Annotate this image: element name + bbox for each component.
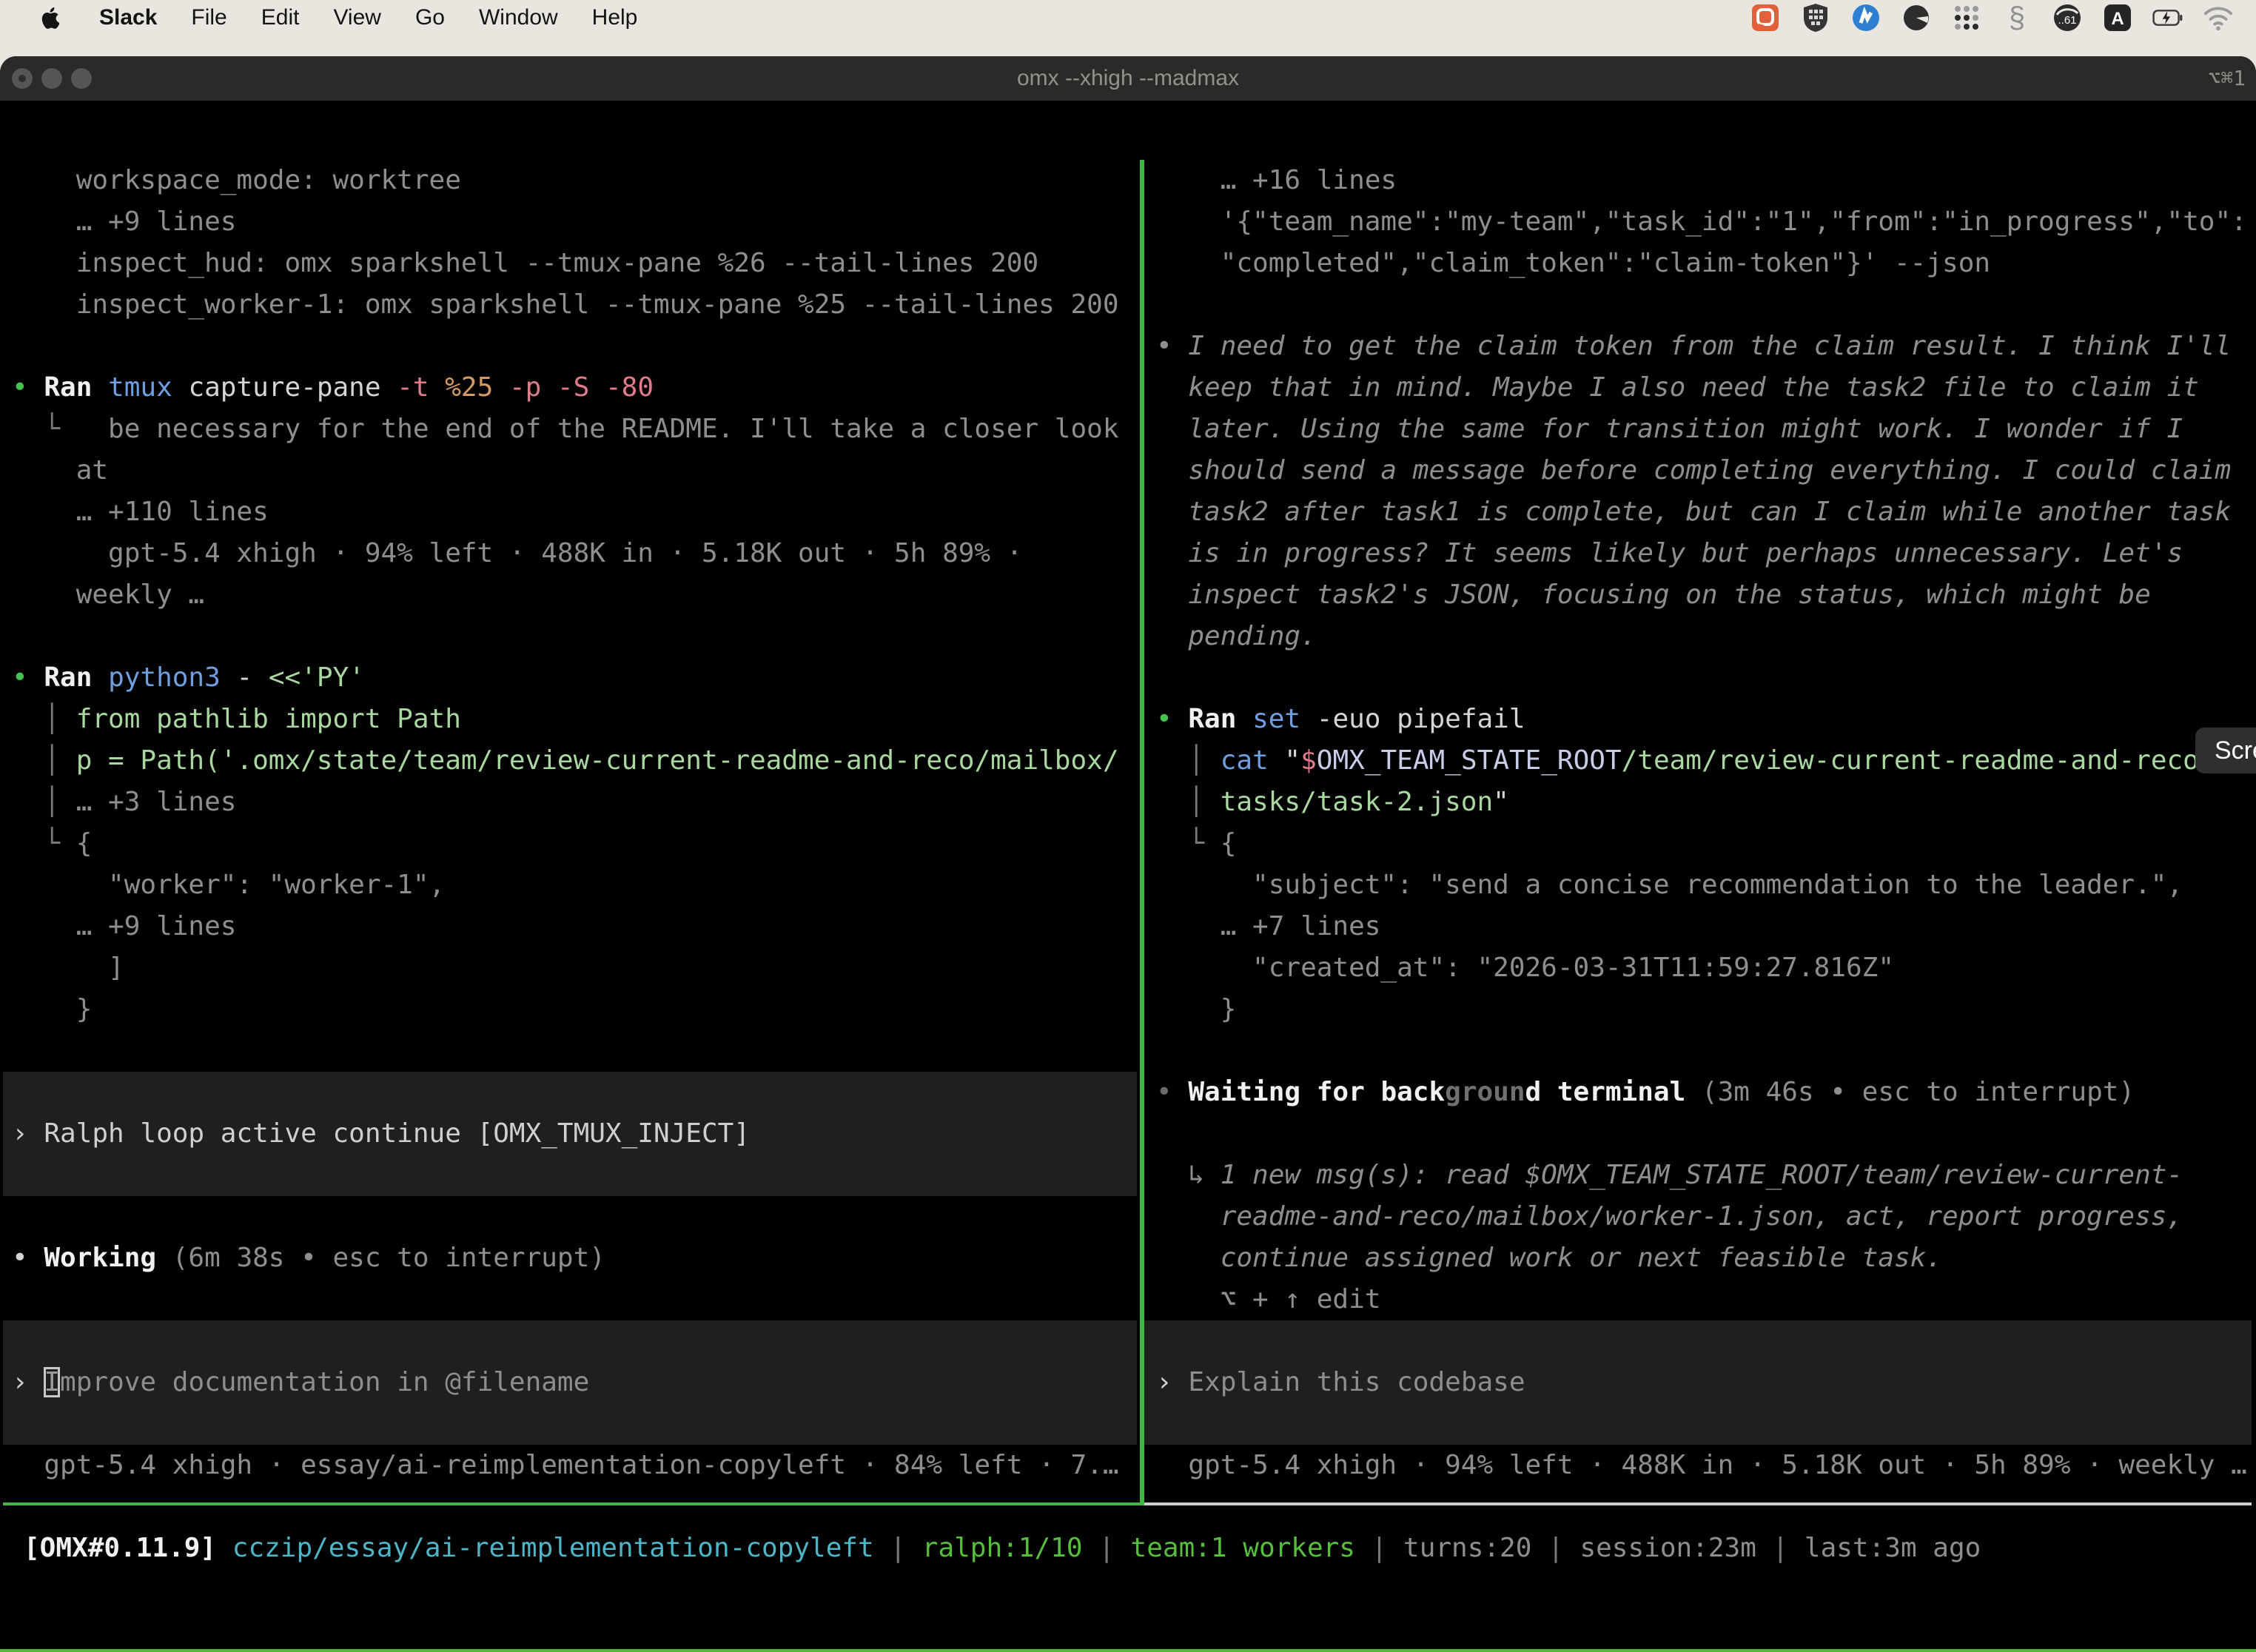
shield-keypad-icon[interactable]	[1800, 2, 1831, 33]
terminal-line: inspect_worker-1: omx sparkshell --tmux-…	[12, 284, 1119, 326]
svg-text:A: A	[2111, 9, 2124, 29]
terminal-line: "completed","claim_token":"claim-token"}…	[1156, 243, 1990, 284]
terminal-line: "created_at": "2026-03-31T11:59:27.816Z"	[1156, 947, 1894, 989]
pie-chart-icon[interactable]	[1901, 2, 1932, 33]
ralph-loop-status-line: › Ralph loop active continue [OMX_TMUX_I…	[12, 1113, 750, 1155]
left-prompt-line: › Improve documentation in @filename	[12, 1362, 589, 1403]
terminal-line: │ from pathlib import Path	[12, 699, 461, 740]
working-status-line: • Working (6m 38s • esc to interrupt)	[12, 1238, 605, 1279]
wifi-icon[interactable]	[2203, 2, 2234, 33]
terminal-line: is in progress? It seems likely but perh…	[1156, 533, 2183, 574]
apple-icon[interactable]	[34, 2, 65, 33]
terminal-line: … +9 lines	[12, 906, 236, 947]
terminal-line: }	[12, 989, 92, 1030]
terminal-line: pending.	[1156, 616, 1317, 657]
window-titlebar: omx --xhigh --madmax ⌥⌘1	[0, 56, 2256, 101]
right-prompt-line: › Explain this codebase	[1156, 1362, 1525, 1403]
window-shortcut-badge: ⌥⌘1	[2208, 66, 2246, 90]
terminal-line: ↳ 1 new msg(s): read $OMX_TEAM_STATE_ROO…	[1156, 1155, 2183, 1196]
terminal-line: │ … +3 lines	[12, 782, 236, 823]
ran-set-command-line: • Ran set -euo pipefail	[1156, 699, 1525, 740]
menu-item-window[interactable]: Window	[479, 5, 558, 30]
terminal-line: gpt-5.4 xhigh · 94% left · 488K in · 5.1…	[12, 533, 1022, 574]
terminal-line: ]	[12, 947, 124, 989]
terminal-line: keep that in mind. Maybe I also need the…	[1156, 367, 2199, 409]
terminal-line: readme-and-reco/mailbox/worker-1.json, a…	[1156, 1196, 2183, 1238]
badge-61-icon[interactable]: ..61	[2052, 2, 2083, 33]
terminal-line: continue assigned work or next feasible …	[1156, 1238, 1942, 1279]
terminal-line: └ {	[12, 823, 92, 864]
terminal-line: … +16 lines	[1156, 160, 1397, 201]
tmux-host-clock: "MacBook-Pro-44.local" 05:03 31-Mar-26	[1640, 1649, 2250, 1652]
left-pane-bottom-border	[3, 1502, 1140, 1505]
menu-item-go[interactable]: Go	[415, 5, 445, 30]
terminal-line: weekly …	[12, 574, 204, 616]
right-pane-bottom-border	[1144, 1502, 2252, 1505]
window-title: omx --xhigh --madmax	[0, 66, 2256, 91]
right-terminal-pane[interactable]: … +16 lines '{"team_name":"my-team","tas…	[1144, 160, 2256, 1502]
terminal-line: … +9 lines	[12, 201, 236, 243]
menu-item-help[interactable]: Help	[592, 5, 638, 30]
terminal-line: │ tasks/task-2.json"	[1156, 782, 1509, 823]
terminal-line: inspect_hud: omx sparkshell --tmux-pane …	[12, 243, 1038, 284]
screen-share-tooltip: Scre	[2195, 728, 2256, 773]
tmux-status-bar: [omx-cczip0:bash* "MacBook-Pro-44.local"…	[0, 1649, 2256, 1652]
menu-item-view[interactable]: View	[333, 5, 380, 30]
waiting-status-line: • Waiting for background terminal (3m 46…	[1156, 1072, 2135, 1113]
terminal-line: inspect task2's JSON, focusing on the st…	[1156, 574, 2151, 616]
omx-status-text: [OMX#0.11.9] cczip/essay/ai-reimplementa…	[24, 1528, 1981, 1569]
dots-grid-icon[interactable]	[1951, 2, 1982, 33]
screen-record-stop-icon[interactable]	[1750, 2, 1781, 33]
terminal-line: should send a message before completing …	[1156, 450, 2231, 491]
menu-item-edit[interactable]: Edit	[261, 5, 300, 30]
terminal-line: └ {	[1156, 823, 1236, 864]
menu-item-file[interactable]: File	[191, 5, 226, 30]
terminal-line: "worker": "worker-1",	[12, 864, 445, 906]
ran-tmux-command-line: • Ran tmux capture-pane -t %25 -p -S -80	[12, 367, 654, 409]
thinking-text: • I need to get the claim token from the…	[1156, 326, 2231, 367]
terminal-line: │ p = Path('.omx/state/team/review-curre…	[12, 740, 1119, 782]
terminal-line: task2 after task1 is complete, but can I…	[1156, 491, 2231, 533]
terminal-line: workspace_mode: worktree	[12, 160, 461, 201]
spark-badge-icon[interactable]	[1850, 2, 1881, 33]
terminal-line: "subject": "send a concise recommendatio…	[1156, 864, 2183, 906]
a-key-icon[interactable]: A	[2102, 2, 2133, 33]
terminal-line: └ be necessary for the end of the README…	[12, 409, 1119, 450]
terminal-line: … +7 lines	[1156, 906, 1380, 947]
left-session-stats: gpt-5.4 xhigh · essay/ai-reimplementatio…	[12, 1445, 1119, 1486]
ran-python-command-line: • Ran python3 - <<'PY'	[12, 657, 365, 699]
terminal-line: later. Using the same for transition mig…	[1156, 409, 2183, 450]
right-session-stats: gpt-5.4 xhigh · 94% left · 488K in · 5.1…	[1156, 1445, 2247, 1486]
battery-charging-icon[interactable]	[2152, 2, 2183, 33]
left-terminal-pane[interactable]: workspace_mode: worktree … +9 lines insp…	[0, 160, 1140, 1502]
terminal-line: at	[12, 450, 108, 491]
terminal-line: … +110 lines	[12, 491, 269, 533]
edit-hint: ⌥ + ↑ edit	[1156, 1279, 1380, 1320]
svg-text:..61: ..61	[2058, 14, 2076, 27]
terminal-line: }	[1156, 989, 1236, 1030]
terminal-line: │ cat "$OMX_TEAM_STATE_ROOT/team/review-…	[1156, 740, 2215, 782]
terminal-line: '{"team_name":"my-team","task_id":"1","f…	[1156, 201, 2247, 243]
screen: Slack File Edit View Go Window Help	[0, 0, 2256, 1652]
menu-bar: Slack File Edit View Go Window Help	[0, 0, 2256, 36]
tmux-session-label: [omx-cczip0:bash*	[7, 1649, 280, 1652]
squiggle-icon[interactable]: §	[2001, 2, 2032, 33]
terminal-window: omx --xhigh --madmax ⌥⌘1 workspace_mode:…	[0, 56, 2256, 1652]
menu-app-name[interactable]: Slack	[99, 5, 157, 30]
